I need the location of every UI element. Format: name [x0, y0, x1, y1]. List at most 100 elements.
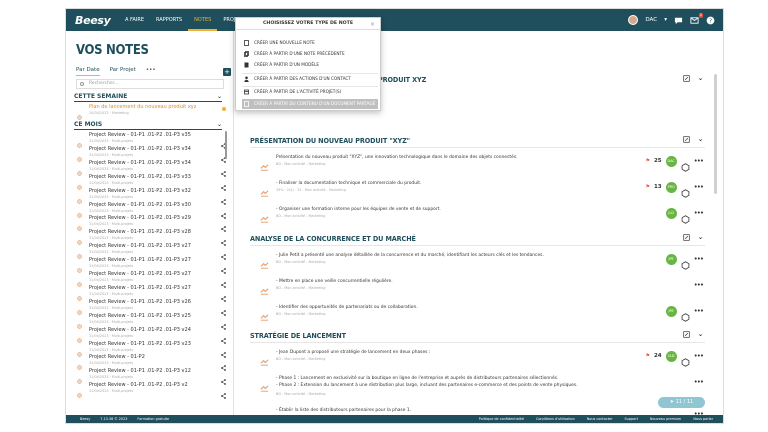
list-item[interactable]: Project Review - 01-P1 .01-P2 .01-P3 v27…	[76, 257, 226, 274]
flag-icon[interactable]: ⚑	[645, 158, 649, 164]
task-item[interactable]: - Mettre en place une veille concurrenti…	[250, 275, 705, 301]
share-icon[interactable]	[221, 273, 226, 288]
more-icon[interactable]: •••	[694, 352, 704, 360]
share-icon[interactable]	[221, 231, 226, 247]
chevron-down-icon[interactable]: ▾	[664, 17, 667, 23]
add-note-button[interactable]: +	[223, 68, 231, 76]
search-input[interactable]: Rechercher...	[76, 79, 224, 89]
share-icon[interactable]	[221, 217, 226, 233]
list-item[interactable]: Project Review - 01-P1 .01-P2 .01-P3 v27…	[76, 271, 226, 288]
beesy-logo[interactable]: Beesy	[75, 14, 119, 27]
task-item[interactable]: - Finaliser la documentation technique e…	[250, 177, 705, 203]
list-item[interactable]: Project Review - 01-P1 .01-P2 .01-P3 v2 …	[76, 382, 226, 400]
footer-contact-link[interactable]: Nous contacter	[587, 415, 613, 423]
chevron-down-icon[interactable]: ⌄	[217, 121, 222, 128]
edit-icon[interactable]	[683, 136, 690, 143]
more-icon[interactable]: •••	[694, 281, 704, 289]
list-item[interactable]: Project Review - 01-P1 .01-P2 .01-P3 v27…	[76, 243, 226, 261]
more-icon[interactable]: •••	[694, 255, 704, 263]
status-hex-icon[interactable]	[681, 157, 690, 172]
share-icon[interactable]	[221, 329, 226, 344]
status-hex-icon[interactable]	[681, 255, 690, 270]
avatar[interactable]	[628, 15, 639, 25]
footer-training-link[interactable]: Formation gratuite	[137, 415, 169, 423]
share-icon[interactable]	[221, 384, 226, 400]
assignee-badge[interactable]: JPE	[665, 305, 677, 317]
task-item[interactable]: - Jean Dupont a proposé une stratégie de…	[250, 346, 705, 372]
assignee-badge[interactable]: SLD	[665, 350, 677, 362]
task-item[interactable]: - Julie Petit a présenté une analyse dét…	[250, 249, 705, 275]
assignee-badge[interactable]: JLD	[665, 207, 677, 219]
tab-par-projet[interactable]: Par Projet	[110, 67, 136, 76]
list-item[interactable]: Project Review - 01-P1 .01-P2 .01-P3 v23…	[76, 341, 226, 358]
list-item[interactable]: Project Review - 01-P2 31/04/2023 · Mult…	[76, 354, 226, 372]
option-from-project[interactable]: CRÉER À PARTIR DE L'ACTIVITÉ PROJET(S)	[242, 86, 378, 96]
footer-premium-link[interactable]: Nouveau premium	[650, 415, 681, 423]
chevron-down-icon[interactable]: ⌄	[698, 135, 703, 143]
status-hex-icon[interactable]	[681, 307, 690, 322]
list-item[interactable]: Project Review - 01-P1 .01-P2 .01-P3 v35…	[76, 132, 226, 149]
list-item[interactable]: Project Review - 01-P1 .01-P2 .01-P3 v12…	[76, 368, 226, 386]
list-item[interactable]: Project Review - 01-P1 .01-P2 .01-P3 v27…	[76, 285, 226, 302]
option-from-template[interactable]: CRÉER À PARTIR D'UN MODÈLE	[242, 60, 378, 70]
share-icon[interactable]	[221, 370, 226, 386]
share-icon[interactable]	[221, 204, 226, 219]
sidebar-scrollbar[interactable]	[225, 131, 227, 159]
more-icon[interactable]: •••	[694, 307, 704, 315]
tab-more[interactable]: •••	[146, 67, 156, 76]
assignee-badge[interactable]: DAC	[665, 155, 677, 167]
status-hex-icon[interactable]	[681, 183, 690, 198]
status-hex-icon[interactable]	[681, 209, 690, 224]
list-item[interactable]: Project Review - 01-P1 .01-P2 .01-P3 v29…	[76, 215, 226, 233]
footer-support-link[interactable]: Support	[625, 415, 638, 423]
list-item[interactable]: Plan de lancement du nouveau produit xyz…	[76, 104, 226, 121]
share-icon[interactable]	[221, 301, 226, 316]
section-this-month[interactable]: CE MOIS ⌄	[74, 121, 222, 130]
list-item[interactable]: Project Review - 01-P1 .01-P2 .01-P3 v24…	[76, 327, 226, 344]
more-icon[interactable]: •••	[694, 209, 704, 217]
list-item[interactable]: Project Review - 01-P1 .01-P2 .01-P3 v34…	[76, 160, 226, 177]
section-this-week[interactable]: CETTE SEMAINE ⌄	[74, 93, 222, 102]
share-icon[interactable]	[221, 245, 226, 261]
list-item[interactable]: Project Review - 01-P1 .01-P2 .01-P3 v32…	[76, 188, 226, 205]
share-icon[interactable]	[221, 287, 226, 302]
status-hex-icon[interactable]	[681, 352, 690, 367]
more-icon[interactable]: •••	[694, 378, 704, 386]
nav-notes[interactable]: NOTES	[188, 9, 218, 31]
flag-icon[interactable]: ⚑	[645, 353, 649, 359]
help-icon[interactable]: ?	[706, 16, 715, 25]
footer-talk-link[interactable]: Nous parler	[693, 415, 713, 423]
task-item[interactable]: - Phase 1 : Lancement en exclusivité sur…	[250, 372, 705, 398]
task-item[interactable]: Présentation du nouveau produit "XYZ", u…	[250, 151, 705, 177]
list-item[interactable]: Project Review - 01-P1 .01-P2 .01-P3 v30…	[76, 202, 226, 219]
option-from-contact[interactable]: CRÉER À PARTIR DES ACTIONS D'UN CONTACT	[242, 73, 378, 83]
chat-button[interactable]: ➤ 11 / 11	[658, 397, 705, 408]
user-initials[interactable]: DAC	[645, 17, 657, 23]
share-icon[interactable]	[221, 356, 226, 372]
nav-rapports[interactable]: RAPPORTS	[150, 9, 188, 31]
list-item[interactable]: Project Review - 01-P1 .01-P2 .01-P3 v34…	[76, 146, 226, 163]
edit-icon[interactable]	[683, 331, 690, 338]
chevron-down-icon[interactable]: ⌄	[698, 233, 703, 241]
notifications-icon[interactable]: 2	[690, 12, 703, 25]
edit-icon[interactable]	[683, 234, 690, 241]
footer-logo[interactable]: Beesy	[80, 415, 90, 423]
option-new-note[interactable]: CRÉER UNE NOUVELLE NOTE	[242, 38, 378, 48]
option-from-previous[interactable]: CRÉER À PARTIR D'UNE NOTE PRÉCÉDENTE	[242, 49, 378, 59]
chevron-down-icon[interactable]: ⌄	[698, 330, 703, 338]
share-icon[interactable]	[221, 190, 226, 205]
chevron-down-icon[interactable]: ⌄	[698, 74, 703, 82]
share-icon[interactable]	[221, 162, 226, 177]
flag-icon[interactable]: ⚑	[645, 184, 649, 190]
share-icon[interactable]	[221, 315, 226, 330]
footer-terms-link[interactable]: Conditions d'utilisation	[536, 415, 575, 423]
tab-par-date[interactable]: Par Date	[76, 67, 100, 76]
nav-a-faire[interactable]: A FAIRE	[119, 9, 150, 31]
list-item[interactable]: Project Review - 01-P1 .01-P2 .01-P3 v33…	[76, 174, 226, 191]
list-item[interactable]: Project Review - 01-P1 .01-P2 .01-P3 v26…	[76, 299, 226, 316]
share-icon[interactable]	[221, 259, 226, 274]
more-icon[interactable]: •••	[694, 157, 704, 165]
chat-icon[interactable]	[674, 16, 683, 25]
task-item[interactable]: - Identifier des opportunités de partena…	[250, 301, 705, 327]
assignee-badge[interactable]: JPE	[665, 253, 677, 265]
